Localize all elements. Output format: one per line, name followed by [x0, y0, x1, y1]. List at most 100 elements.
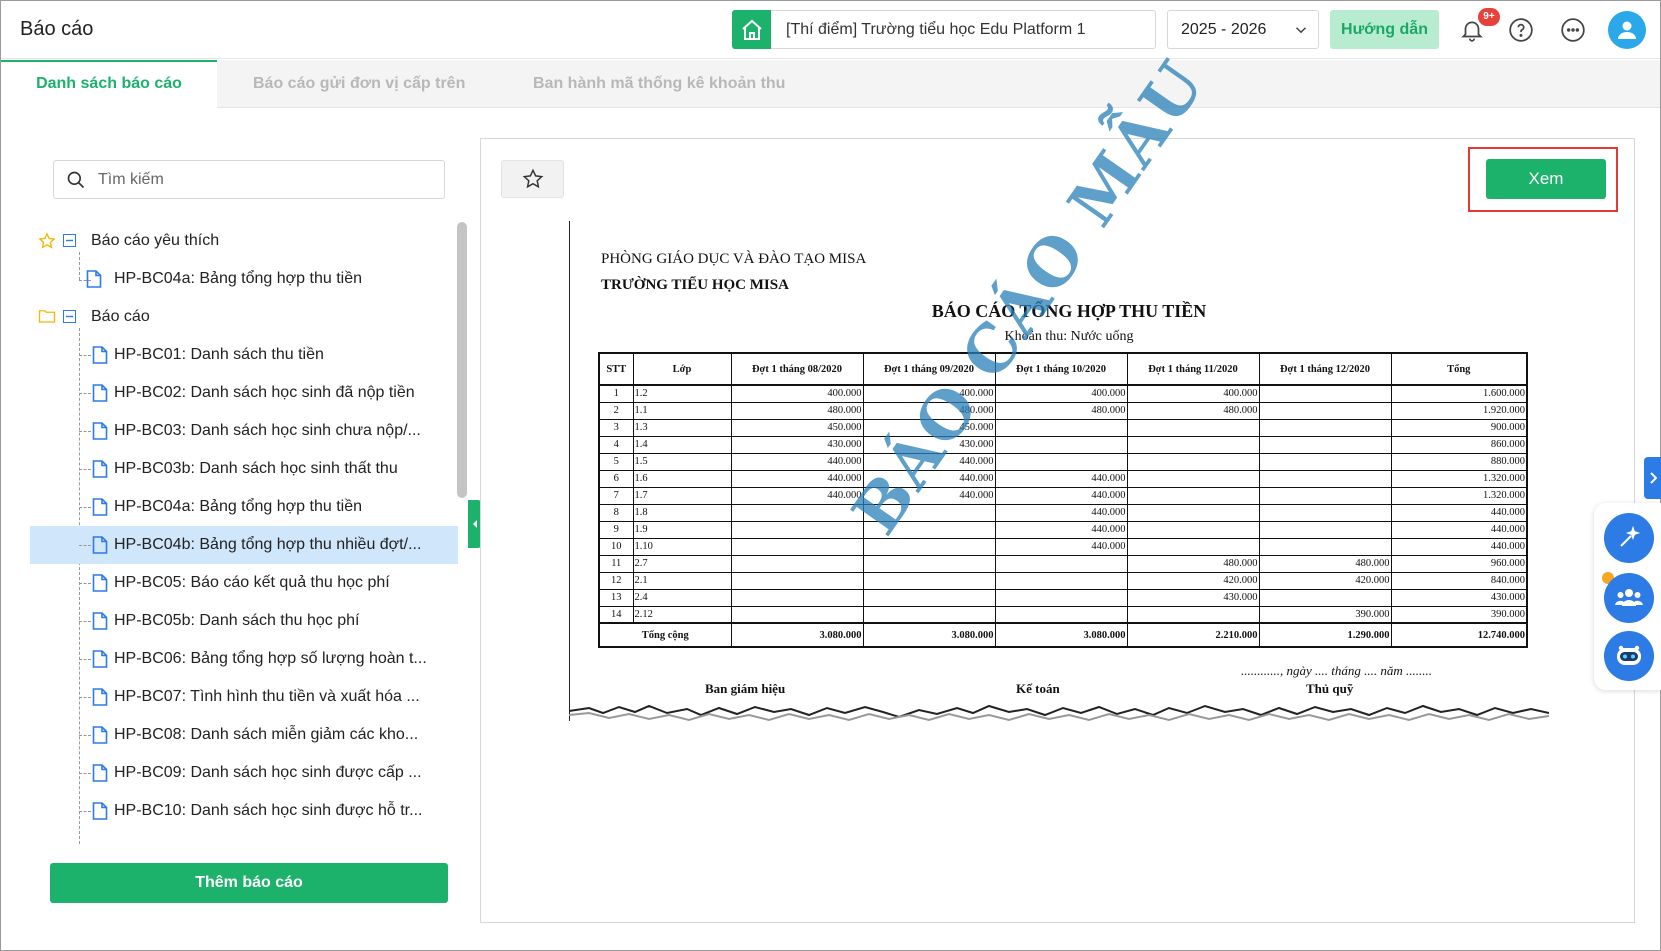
tree-scrollbar[interactable] — [457, 222, 467, 844]
report-cell: 1.4 — [632, 436, 732, 454]
tree-connector — [79, 545, 91, 546]
report-cell: 440.000 — [994, 504, 1128, 522]
ai-assistant-button[interactable] — [1604, 513, 1654, 563]
expand-side-tab[interactable] — [1644, 457, 1661, 499]
community-button[interactable] — [1604, 573, 1654, 623]
tree-item-report[interactable]: HP-BC01: Danh sách thu tiền — [30, 336, 458, 374]
tree-item-report[interactable]: HP-BC03b: Danh sách học sinh thất thu — [30, 450, 458, 488]
scrollbar-thumb[interactable] — [457, 222, 467, 498]
notification-badge: 9+ — [1478, 8, 1500, 26]
file-icon — [92, 422, 108, 445]
report-row: 10 1.10 440.000 440.000 — [598, 538, 1528, 556]
tree-connector — [79, 431, 91, 432]
report-column-header: Lớp — [632, 352, 732, 386]
report-cell: 1.2 — [632, 385, 732, 403]
report-cell — [1258, 436, 1392, 454]
tree-item-report[interactable]: HP-BC05b: Danh sách thu học phí — [30, 602, 458, 640]
help-icon[interactable] — [1506, 15, 1536, 45]
report-cell — [862, 538, 996, 556]
tree-item-report[interactable]: HP-BC06: Bảng tổng hợp số lượng hoàn t..… — [30, 640, 458, 678]
school-year-select[interactable]: 2025 - 2026 — [1167, 10, 1319, 49]
report-cell — [1258, 453, 1392, 471]
chevron-right-icon — [1649, 472, 1657, 484]
report-cell: 1.320.000 — [1390, 470, 1528, 488]
report-cell: 960.000 — [1390, 555, 1528, 573]
tab-fee-codes[interactable]: Ban hành mã thống kê khoản thu — [533, 60, 785, 108]
tree-item-report[interactable]: HP-BC10: Danh sách học sinh được hỗ tr..… — [30, 792, 458, 830]
user-avatar[interactable] — [1608, 11, 1646, 49]
magic-wand-icon — [1620, 526, 1641, 547]
report-cell — [994, 436, 1128, 454]
tree-item-report[interactable]: HP-BC08: Danh sách miễn giảm các kho... — [30, 716, 458, 754]
report-cell: 2.4 — [632, 589, 732, 607]
report-cell: 5 — [598, 453, 634, 471]
report-cell: 14 — [598, 606, 634, 624]
tree-item-favorite[interactable]: HP-BC04a: Bảng tổng hợp thu tiền — [30, 260, 458, 298]
torn-edge — [569, 704, 1549, 722]
report-cell — [730, 606, 864, 624]
favorite-button[interactable] — [501, 160, 564, 198]
chatbot-button[interactable] — [1604, 631, 1654, 681]
tree-item-label: HP-BC03b: Danh sách học sinh thất thu — [114, 460, 398, 477]
tree-item-report[interactable]: HP-BC05: Báo cáo kết quả thu học phí — [30, 564, 458, 602]
view-button[interactable]: Xem — [1486, 159, 1606, 199]
tree-connector — [79, 583, 91, 584]
report-cell — [862, 572, 996, 590]
tree-connector — [79, 735, 91, 736]
report-row: 3 1.3 450.000 450.000 900.000 — [598, 419, 1528, 437]
collapse-icon[interactable] — [63, 310, 76, 328]
report-cell: 2.7 — [632, 555, 732, 573]
more-icon[interactable] — [1558, 15, 1588, 45]
tab-report-to-upper[interactable]: Báo cáo gửi đơn vị cấp trên — [253, 60, 465, 108]
file-icon — [92, 764, 108, 787]
report-cell — [1258, 470, 1392, 488]
page-title: Báo cáo — [20, 18, 94, 40]
collapse-icon[interactable] — [63, 234, 76, 252]
report-cell: 2 — [598, 402, 634, 420]
tree-group-reports[interactable]: Báo cáo — [30, 298, 458, 336]
tree-item-label: HP-BC04a: Bảng tổng hợp thu tiền — [114, 498, 362, 515]
report-tree: Báo cáo yêu thích HP-BC04a: Bảng tổng hợ… — [30, 222, 458, 844]
tree-item-report[interactable]: HP-BC04a: Bảng tổng hợp thu tiền — [30, 488, 458, 526]
report-cell: 1.1 — [632, 402, 732, 420]
file-icon — [92, 688, 108, 711]
star-icon — [522, 168, 543, 189]
report-cell: 2.12 — [632, 606, 732, 624]
report-column-header: Đợt 1 tháng 08/2020 — [730, 352, 864, 386]
report-cell: 440.000 — [730, 470, 864, 488]
report-cell — [1126, 470, 1260, 488]
tree-item-report[interactable]: HP-BC03: Danh sách học sinh chưa nộp/... — [30, 412, 458, 450]
org-line-2: TRƯỜNG TIỂU HỌC MISA — [601, 277, 789, 293]
tree-item-label: HP-BC02: Danh sách học sinh đã nộp tiền — [114, 384, 415, 401]
report-cell: 440.000 — [994, 538, 1128, 556]
tree-connector — [79, 393, 91, 394]
report-cell: 1.6 — [632, 470, 732, 488]
tree-item-report[interactable]: HP-BC07: Tình hình thu tiền và xuất hóa … — [30, 678, 458, 716]
report-total-cell: Tổng cộng — [598, 622, 732, 648]
tree-group-favorites[interactable]: Báo cáo yêu thích — [30, 222, 458, 260]
tree-item-report[interactable]: HP-BC02: Danh sách học sinh đã nộp tiền — [30, 374, 458, 412]
report-cell: 440.000 — [1390, 504, 1528, 522]
school-selector[interactable]: [Thí điểm] Trường tiểu học Edu Platform … — [732, 10, 1156, 49]
report-cell — [1258, 538, 1392, 556]
report-row: 14 2.12 390.000 390.000 — [598, 606, 1528, 624]
tree-item-report[interactable]: HP-BC09: Danh sách học sinh được cấp ... — [30, 754, 458, 792]
report-cell — [1126, 436, 1260, 454]
tab-report-list[interactable]: Danh sách báo cáo — [1, 60, 217, 108]
report-cell — [1126, 487, 1260, 505]
tree-item-report[interactable]: HP-BC04b: Bảng tổng hợp thu nhiều đợt/..… — [30, 526, 458, 564]
report-cell: 1 — [598, 385, 634, 403]
report-cell — [1258, 402, 1392, 420]
report-cell — [730, 572, 864, 590]
search-input[interactable] — [98, 169, 428, 191]
report-total-cell: 3.080.000 — [994, 622, 1128, 648]
tree-item-label: HP-BC09: Danh sách học sinh được cấp ... — [114, 764, 422, 781]
report-cell: 480.000 — [1126, 555, 1260, 573]
report-table: STT Lớp Đợt 1 tháng 08/2020 Đợt 1 tháng 09/… — [598, 352, 1528, 648]
report-cell — [994, 419, 1128, 437]
report-total-row: Tổng cộng 3.080.000 3.080.000 3.080.000 2.21… — [598, 622, 1528, 648]
report-cell: 2.1 — [632, 572, 732, 590]
add-report-button[interactable]: Thêm báo cáo — [50, 863, 448, 903]
guide-button[interactable]: Hướng dẫn — [1330, 10, 1439, 49]
report-cell — [1126, 453, 1260, 471]
